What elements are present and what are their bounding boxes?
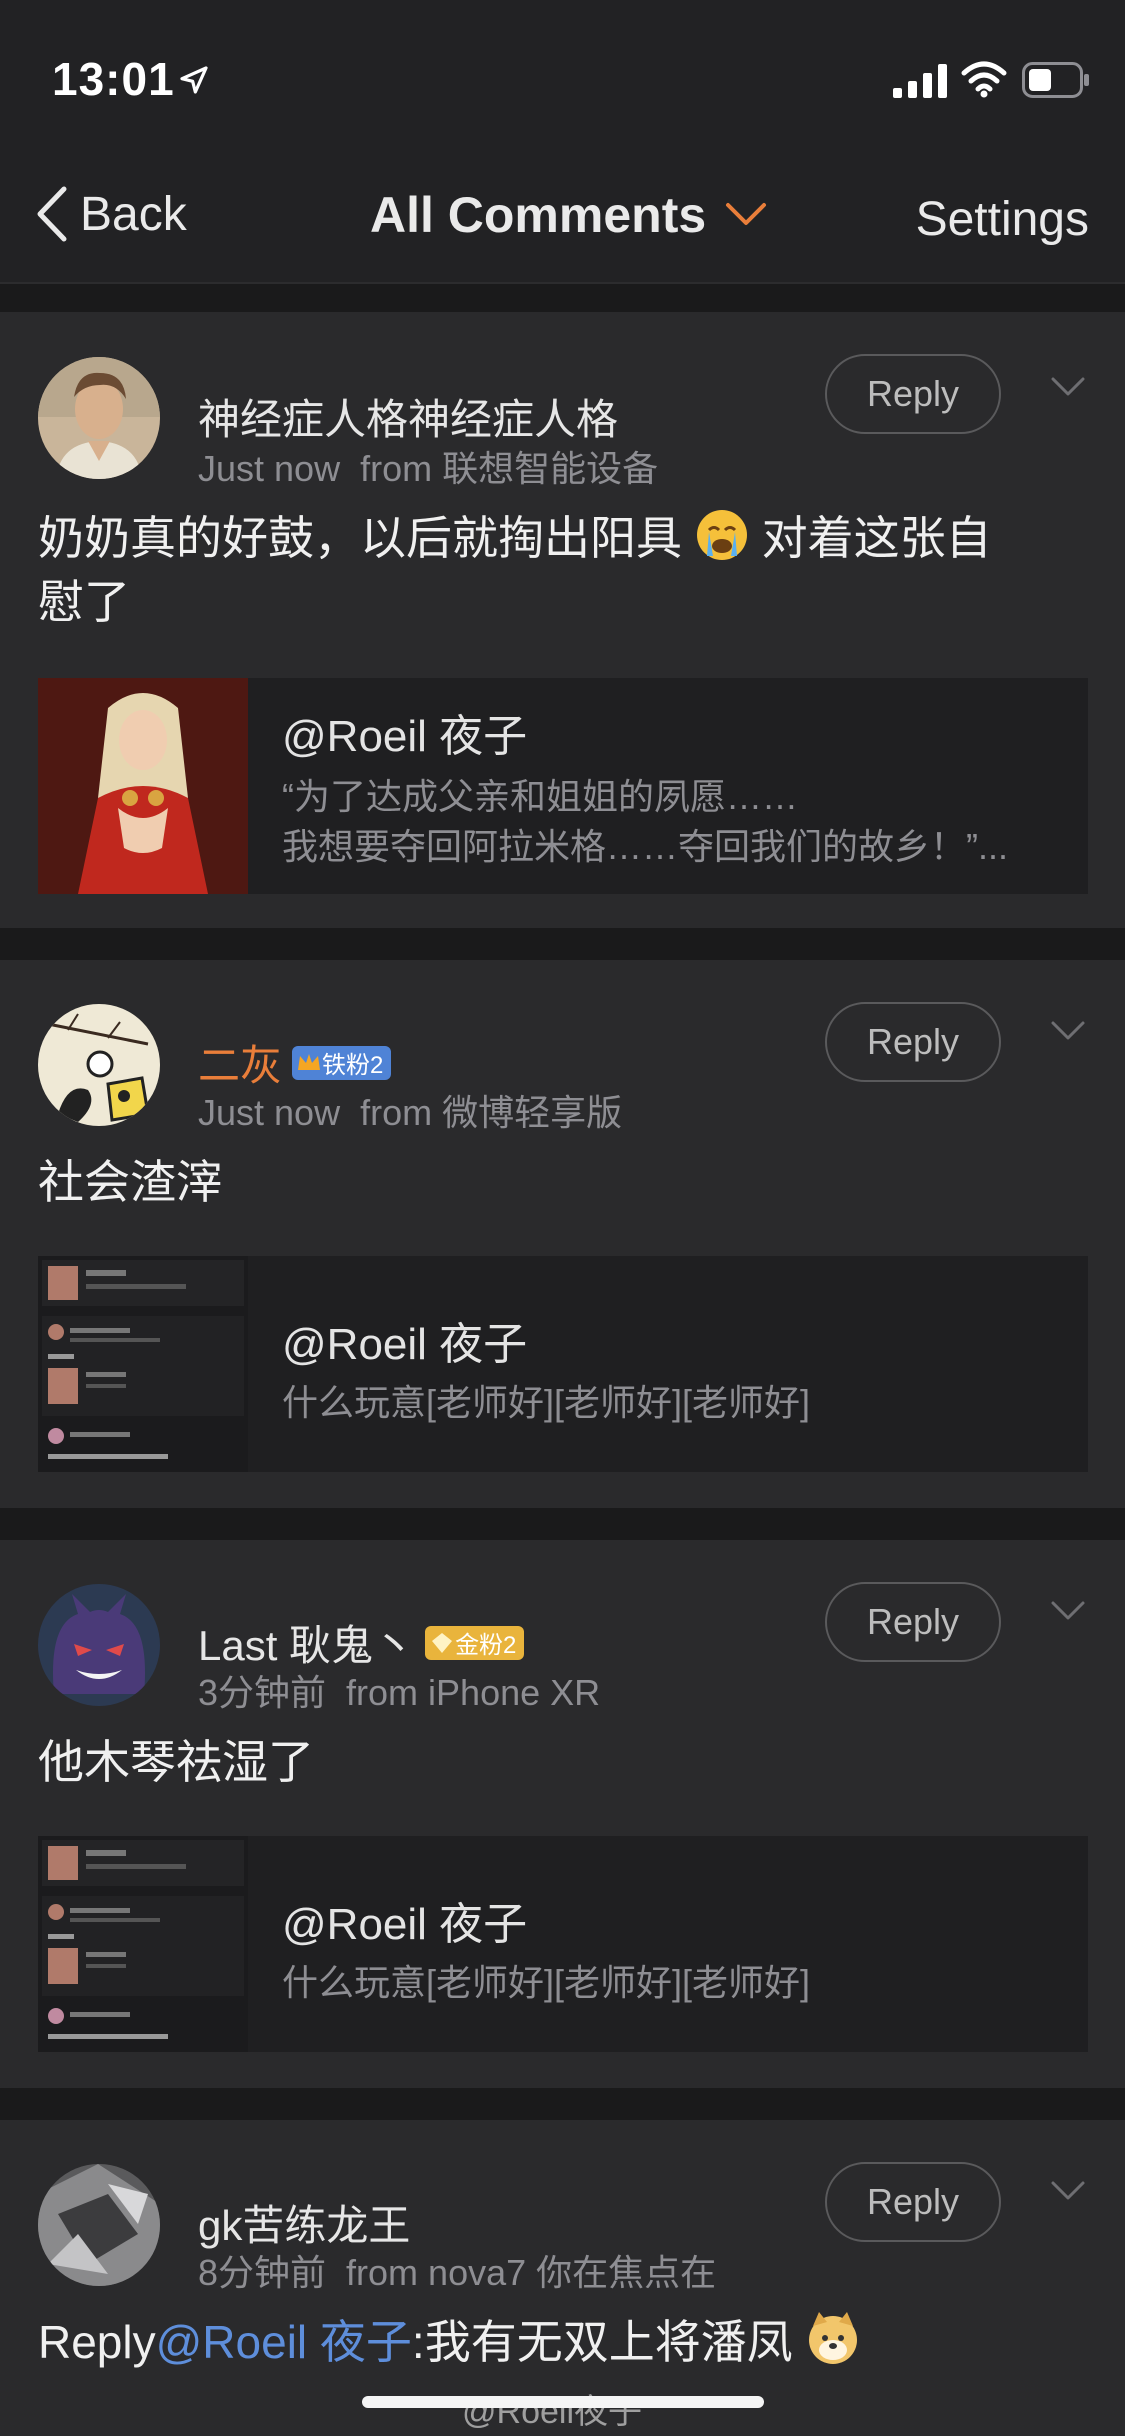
quoted-post[interactable]: @Roeil 夜子 什么玩意[老师好][老师好][老师好]: [38, 1836, 1088, 2052]
chevron-down-icon[interactable]: [1050, 1600, 1086, 1622]
comments-filter-dropdown[interactable]: All Comments: [370, 186, 768, 244]
quoted-text: “为了达成父亲和姐姐的夙愿…… 我想要夺回阿拉米格……夺回我们的故乡！”...: [282, 776, 1008, 867]
comment-text: 社会渣滓: [38, 1156, 222, 1208]
avatar[interactable]: [38, 1584, 160, 1706]
quoted-post[interactable]: @Roeil 夜子 “为了达成父亲和姐姐的夙愿…… 我想要夺回阿拉米格……夺回我…: [38, 678, 1088, 894]
battery-icon: [1022, 62, 1089, 98]
divider: [0, 2088, 1125, 2120]
crying-face-icon: [696, 510, 747, 560]
quoted-text: 什么玩意[老师好][老师好][老师好]: [282, 1382, 811, 1423]
gem-icon: [432, 1632, 453, 1653]
comment-card: Last 耿鬼丶 金粉2 3分钟前 from iPhone XR Reply 他…: [0, 1540, 1125, 2088]
comment-meta: 3分钟前 from iPhone XR: [198, 1664, 600, 1716]
chevron-down-icon[interactable]: [1050, 1020, 1086, 1042]
status-time: 13:01: [52, 53, 175, 105]
comment-time: 8分钟前: [198, 2252, 327, 2293]
comment-time: Just now: [198, 448, 341, 489]
comment-text: Reply@Roeil 夜子:我有无双上将潘凤: [38, 2310, 1088, 2374]
reply-button[interactable]: Reply: [825, 1582, 1001, 1662]
fan-badge: 金粉2: [425, 1625, 525, 1660]
quoted-author: @Roeil 夜子: [282, 712, 528, 761]
wifi-icon: [961, 61, 1007, 98]
quoted-post[interactable]: @Roeil 夜子 什么玩意[老师好][老师好][老师好]: [38, 1256, 1088, 1472]
comment-source: from 微博轻享版: [360, 1092, 623, 1133]
comment-text: 奶奶真的好鼓，以后就掏出阳具 对着这张自 慰了: [38, 506, 1088, 634]
page-title: All Comments: [370, 187, 707, 243]
comment-source: from iPhone XR: [346, 1672, 601, 1713]
reply-button[interactable]: Reply: [825, 2162, 1001, 2242]
doge-icon: [809, 2312, 858, 2364]
cellular-signal-icon: [893, 64, 947, 98]
divider: [0, 284, 1125, 312]
back-button[interactable]: Back: [34, 184, 187, 244]
comment-time: Just now: [198, 1092, 341, 1133]
comment-meta: Just now from 微博轻享版: [198, 1084, 622, 1136]
fan-badge: 铁粉2: [292, 1045, 392, 1080]
comment-time: 3分钟前: [198, 1672, 327, 1713]
home-indicator[interactable]: [362, 2396, 764, 2408]
post-thumbnail: [38, 678, 248, 894]
quoted-text: 什么玩意[老师好][老师好][老师好]: [282, 1962, 811, 2003]
mention-link[interactable]: @Roeil 夜子: [156, 2316, 412, 2368]
comment-source: from 联想智能设备: [360, 448, 659, 489]
reply-button[interactable]: Reply: [825, 354, 1001, 434]
avatar[interactable]: [38, 2164, 160, 2286]
chevron-down-icon[interactable]: [1050, 2180, 1086, 2202]
back-label: Back: [80, 187, 187, 241]
quoted-author: @Roeil 夜子: [282, 1900, 528, 1949]
post-thumbnail: [38, 1836, 248, 2052]
settings-button[interactable]: Settings: [916, 192, 1089, 247]
navigation-bar: Back All Comments Settings: [0, 140, 1125, 284]
post-thumbnail: [38, 1256, 248, 1472]
avatar[interactable]: [38, 357, 160, 479]
quoted-author: @Roeil 夜子: [282, 1320, 528, 1369]
reply-button[interactable]: Reply: [825, 1002, 1001, 1082]
comment-text: 他木琴祛湿了: [38, 1736, 314, 1788]
username[interactable]: 神经症人格神经症人格: [198, 386, 618, 447]
comment-source: from nova7 你在焦点在: [346, 2252, 717, 2293]
location-arrow-icon: [180, 66, 208, 94]
comment-meta: 8分钟前 from nova7 你在焦点在: [198, 2244, 716, 2296]
avatar[interactable]: [38, 1004, 160, 1126]
chevron-down-icon: [726, 203, 767, 225]
chevron-down-icon[interactable]: [1050, 376, 1086, 398]
crown-icon: [298, 1053, 321, 1070]
divider: [0, 1508, 1125, 1540]
comment-meta: Just now from 联想智能设备: [198, 440, 658, 492]
watermark: @Roeil夜子: [462, 2393, 642, 2431]
status-bar: 13:01: [0, 0, 1125, 140]
chevron-left-icon: [37, 186, 67, 242]
divider: [0, 928, 1125, 960]
comment-card: 神经症人格神经症人格 Just now from 联想智能设备 Reply 奶奶…: [0, 312, 1125, 928]
comment-card: 二灰 铁粉2 Just now from 微博轻享版 Reply 社会渣滓 @R…: [0, 960, 1125, 1508]
